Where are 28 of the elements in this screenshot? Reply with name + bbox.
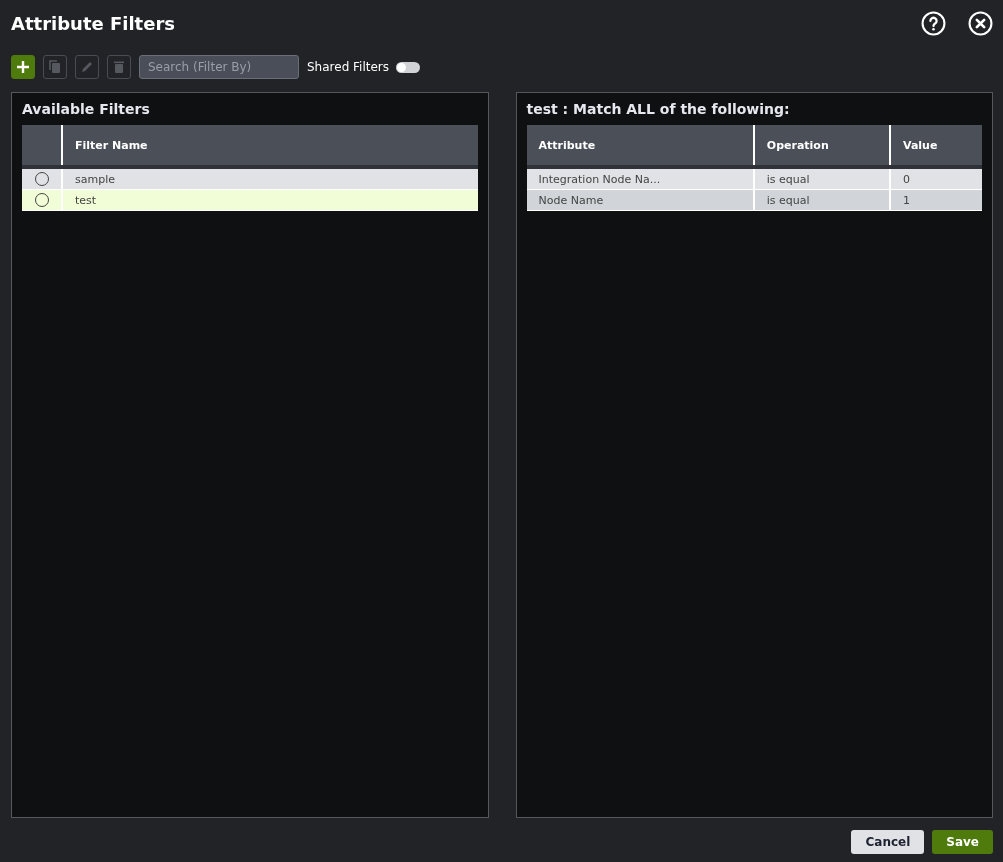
table-cell[interactable]: test [62,189,478,211]
table-cell: 0 [890,167,982,190]
plus-icon [15,59,31,75]
help-icon[interactable] [921,10,946,36]
panel-title: test : Match ALL of the following: [526,101,791,117]
trash-icon [111,59,127,75]
add-button[interactable] [11,55,35,79]
toggle-switch[interactable] [396,61,421,73]
column-header: Attribute [526,125,754,167]
close-icon[interactable] [968,10,993,36]
panel-title: Available Filters [22,101,151,117]
table-cell: Integration Node Na... [526,167,754,190]
pencil-icon [79,59,95,75]
column-header: Value [890,125,982,167]
table-cell[interactable]: sample [62,167,478,190]
toggle-label: Shared Filters [307,60,390,74]
cancel-button[interactable]: Cancel [851,830,925,854]
table-cell: 1 [890,189,982,211]
table-cell: is equal [753,189,890,211]
column-header: Operation [753,125,890,167]
column-header: Filter Name [62,125,478,167]
table-cell: is equal [753,167,890,190]
search-field[interactable]: Search (Filter By) [139,55,299,79]
copy-icon [47,59,63,75]
table-cell: Node Name [526,189,754,211]
table-header [22,125,62,167]
save-button[interactable]: Save [932,830,993,854]
window-title: Attribute Filters [11,12,175,34]
